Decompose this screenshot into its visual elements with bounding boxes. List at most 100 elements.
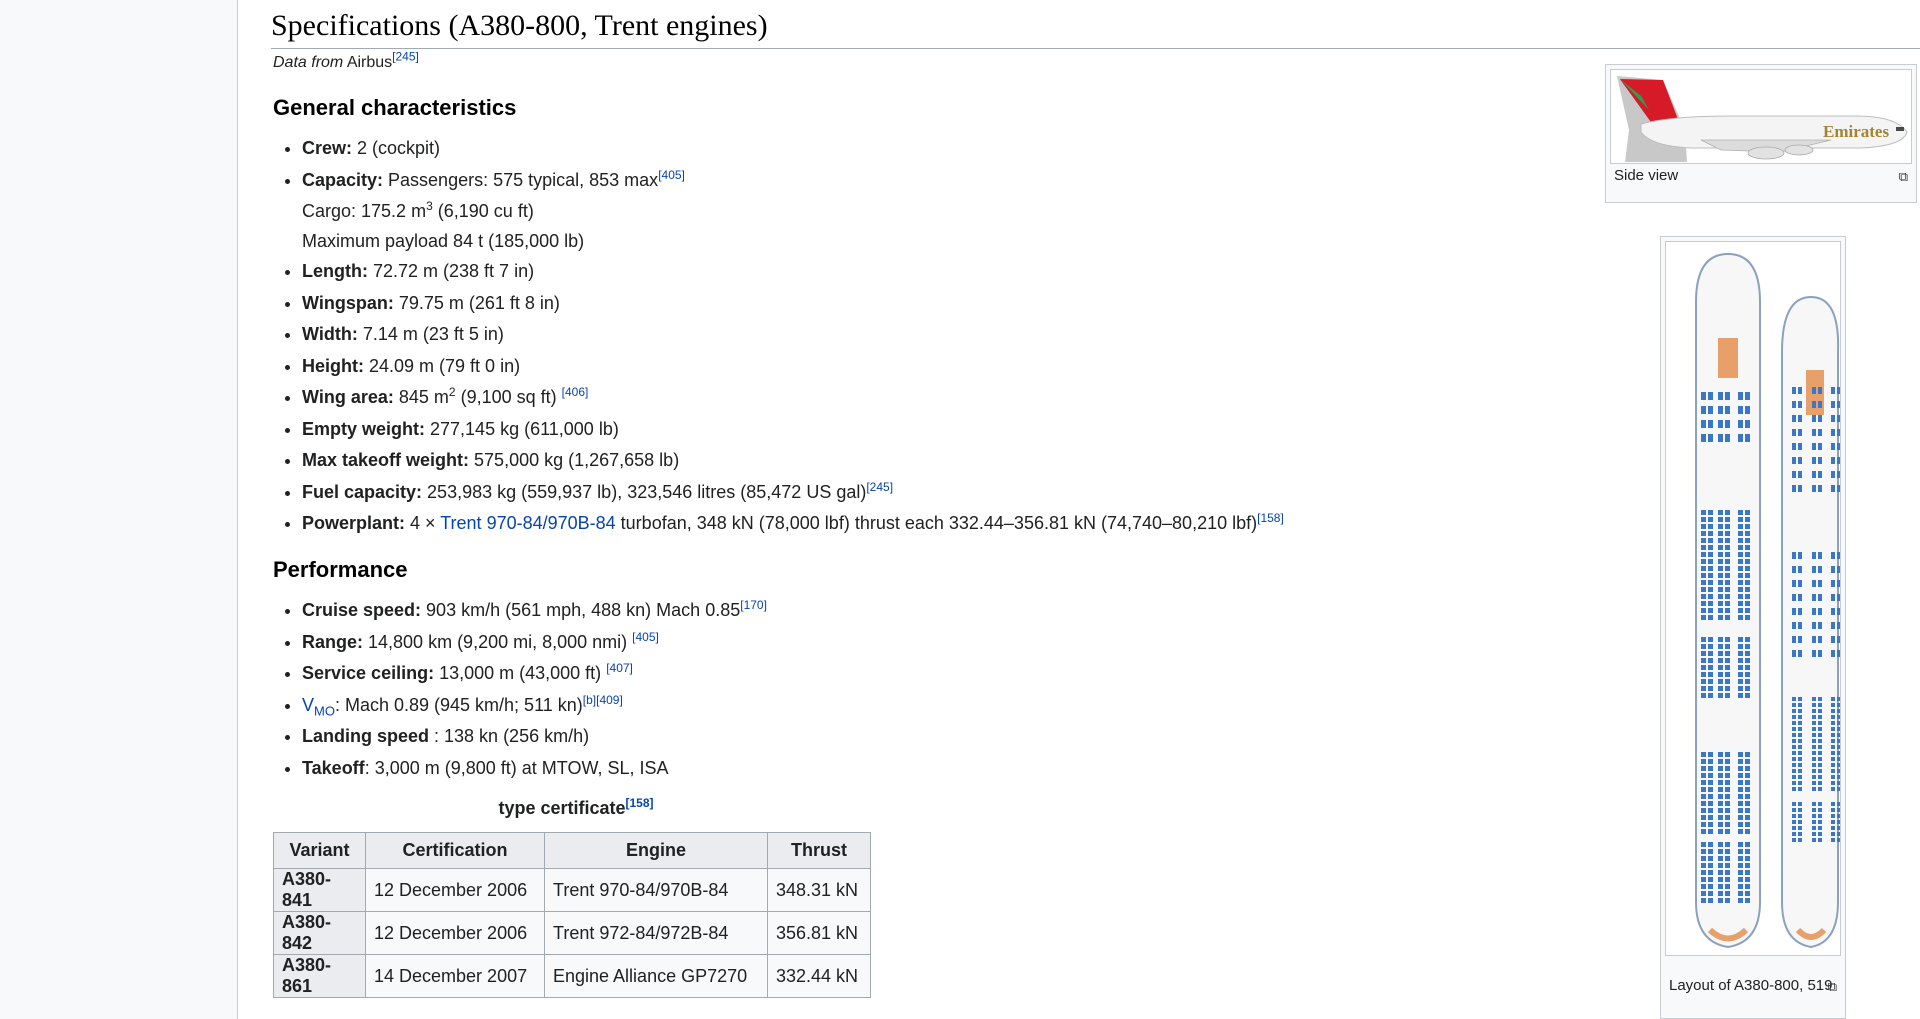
seat-icon: [1818, 650, 1822, 657]
seat-icon: [1745, 898, 1750, 903]
seat-icon: [1818, 457, 1822, 464]
seat-icon: [1812, 387, 1816, 394]
seat-icon: [1798, 457, 1802, 464]
seat-icon: [1725, 801, 1730, 806]
seat-icon: [1818, 769, 1822, 773]
seat-icon: [1812, 636, 1816, 643]
seat-icon: [1725, 898, 1730, 903]
seat-icon: [1745, 594, 1750, 599]
seat-icon: [1837, 709, 1841, 713]
seat-icon: [1738, 884, 1743, 889]
side-view-image-link[interactable]: Emirates: [1610, 69, 1912, 164]
ref-link[interactable]: [405]: [658, 168, 685, 182]
trent-engine-link[interactable]: Trent 970-84/970B-84: [440, 513, 615, 533]
seat-icon: [1837, 832, 1841, 836]
cabin-layout-caption: Layout of A380-800, 519: [1669, 977, 1833, 994]
seat-icon: [1792, 820, 1796, 824]
seat-icon: [1792, 775, 1796, 779]
seat-icon: [1725, 587, 1730, 592]
seat-icon: [1745, 644, 1750, 649]
list-item-takeoff: Takeoff: 3,000 m (9,800 ft) at MTOW, SL,…: [302, 753, 767, 785]
cabin-layout-image-link[interactable]: [1665, 241, 1841, 956]
seat-icon: [1812, 727, 1816, 731]
seat-icon: [1718, 392, 1723, 400]
seat-icon: [1745, 752, 1750, 757]
seat-icon: [1792, 443, 1796, 450]
ref-link[interactable]: [245]: [392, 50, 419, 64]
seat-icon: [1831, 608, 1835, 615]
seat-icon: [1718, 759, 1723, 764]
ref-link[interactable]: [405]: [632, 630, 659, 644]
seat-icon: [1718, 891, 1723, 896]
seat-icon: [1745, 780, 1750, 785]
ref-link[interactable]: [406]: [562, 385, 589, 399]
seat-icon: [1725, 856, 1730, 861]
seat-icon: [1792, 429, 1796, 436]
seat-icon: [1701, 856, 1706, 861]
table-header-row: Variant Certification Engine Thrust: [273, 832, 871, 869]
seat-icon: [1831, 566, 1835, 573]
seat-icon: [1812, 826, 1816, 830]
seat-icon: [1708, 759, 1713, 764]
seat-icon: [1831, 594, 1835, 601]
ref-link[interactable]: [b][409]: [583, 693, 623, 707]
seat-icon: [1812, 457, 1816, 464]
seat-icon: [1738, 510, 1743, 515]
seat-icon: [1725, 794, 1730, 799]
seat-icon: [1812, 566, 1816, 573]
seat-icon: [1831, 745, 1835, 749]
seat-icon: [1812, 594, 1816, 601]
seat-icon: [1725, 815, 1730, 820]
seat-icon: [1701, 891, 1706, 896]
seat-icon: [1837, 429, 1841, 436]
seat-icon: [1812, 739, 1816, 743]
vmo-link[interactable]: VMO: [302, 695, 335, 718]
seat-icon: [1792, 552, 1796, 559]
seat-icon: [1745, 693, 1750, 698]
seat-icon: [1708, 898, 1713, 903]
ref-link[interactable]: [245]: [866, 480, 893, 494]
seat-icon: [1701, 434, 1706, 442]
seat-icon: [1745, 856, 1750, 861]
table-cell: Trent 970-84/970B-84: [544, 868, 768, 912]
seat-icon: [1725, 651, 1730, 656]
seat-icon: [1745, 884, 1750, 889]
seat-icon: [1745, 665, 1750, 670]
seat-icon: [1831, 715, 1835, 719]
seat-icon: [1701, 644, 1706, 649]
seat-icon: [1701, 686, 1706, 691]
seat-icon: [1831, 826, 1835, 830]
seat-icon: [1708, 434, 1713, 442]
seat-icon: [1725, 434, 1730, 442]
seat-icon: [1812, 622, 1816, 629]
seat-icon: [1818, 608, 1822, 615]
ref-link[interactable]: [407]: [606, 661, 633, 675]
list-item-empty-weight: Empty weight: 277,145 kg (611,000 lb): [302, 414, 1284, 446]
seat-icon: [1718, 863, 1723, 868]
ref-link[interactable]: [158]: [626, 796, 654, 810]
seat-icon: [1701, 594, 1706, 599]
seat-icon: [1725, 672, 1730, 677]
seat-icon: [1812, 401, 1816, 408]
seat-icon: [1701, 787, 1706, 792]
table-cell: 14 December 2007: [365, 954, 545, 998]
enlarge-icon[interactable]: ⧉: [1828, 979, 1837, 995]
seat-icon: [1718, 637, 1723, 642]
seat-icon: [1708, 559, 1713, 564]
seat-icon: [1745, 637, 1750, 642]
seat-icon: [1837, 594, 1841, 601]
seat-icon: [1812, 721, 1816, 725]
seat-icon: [1837, 443, 1841, 450]
table-row: A380-841 12 December 2006 Trent 970-84/9…: [273, 868, 871, 912]
seat-icon: [1718, 510, 1723, 515]
seat-icon: [1718, 538, 1723, 543]
enlarge-icon[interactable]: ⧉: [1899, 169, 1908, 185]
ref-link[interactable]: [170]: [740, 598, 767, 612]
seat-icon: [1812, 697, 1816, 701]
seat-icon: [1837, 721, 1841, 725]
seat-icon: [1725, 849, 1730, 854]
ref-link[interactable]: [158]: [1257, 511, 1284, 525]
seat-icon: [1701, 524, 1706, 529]
seat-icon: [1792, 808, 1796, 812]
seat-icon: [1708, 780, 1713, 785]
